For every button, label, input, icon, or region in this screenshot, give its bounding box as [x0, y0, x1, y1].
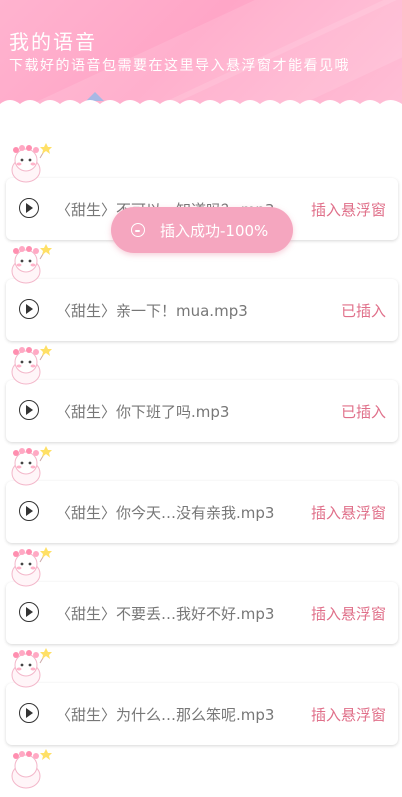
list-item: 〈甜生〉不要丢…我好不好.mp3 插入悬浮窗: [0, 544, 402, 645]
cat-mascot-icon: [11, 547, 52, 587]
scallop-border: [0, 100, 402, 112]
list-item: 〈甜生〉亲一下！mua.mp3 已插入: [0, 241, 402, 342]
insert-float-button[interactable]: 插入悬浮窗: [311, 502, 386, 523]
chat-bubble-icon: [131, 223, 145, 237]
toast-text: 插入成功-100%: [160, 222, 269, 240]
play-icon[interactable]: [19, 198, 39, 218]
cat-mascot-icon: [11, 244, 52, 284]
play-icon[interactable]: [19, 602, 39, 622]
play-icon[interactable]: [19, 501, 39, 521]
list-item: 〈甜生〉你下班了吗.mp3 已插入: [0, 342, 402, 443]
voice-file-name: 〈甜生〉不要丢…我好不好.mp3: [56, 605, 275, 623]
voice-file-name: 〈甜生〉为什么…那么笨呢.mp3: [56, 706, 275, 724]
voice-card[interactable]: 〈甜生〉你今天…没有亲我.mp3 插入悬浮窗: [6, 481, 398, 543]
list-item: 〈甜生〉你今天…没有亲我.mp3 插入悬浮窗: [0, 443, 402, 544]
voice-card[interactable]: 〈甜生〉为什么…那么笨呢.mp3 插入悬浮窗: [6, 683, 398, 745]
play-icon[interactable]: [19, 400, 39, 420]
insert-float-button[interactable]: 插入悬浮窗: [311, 704, 386, 725]
insert-float-button[interactable]: 插入悬浮窗: [311, 199, 386, 220]
inserted-label[interactable]: 已插入: [341, 300, 386, 321]
cat-mascot-icon: [11, 143, 52, 183]
voice-file-name: 〈甜生〉亲一下！mua.mp3: [56, 302, 248, 320]
cat-mascot-icon: [11, 749, 52, 789]
list-item: 〈甜生〉为什么…那么笨呢.mp3 插入悬浮窗: [0, 645, 402, 746]
page-title: 我的语音: [9, 30, 97, 54]
cat-mascot-icon: [11, 648, 52, 688]
voice-card[interactable]: 〈甜生〉亲一下！mua.mp3 已插入: [6, 279, 398, 341]
success-toast: 插入成功-100%: [111, 207, 293, 253]
voice-file-name: 〈甜生〉你下班了吗.mp3: [56, 403, 230, 421]
voice-file-name: 〈甜生〉你今天…没有亲我.mp3: [56, 504, 275, 522]
cat-mascot-icon: [11, 446, 52, 486]
voice-card[interactable]: 〈甜生〉不要丢…我好不好.mp3 插入悬浮窗: [6, 582, 398, 644]
insert-float-button[interactable]: 插入悬浮窗: [311, 603, 386, 624]
header-banner: 我的语音 下载好的语音包需要在这里导入悬浮窗才能看见哦: [0, 0, 402, 112]
inserted-label[interactable]: 已插入: [341, 401, 386, 422]
play-icon[interactable]: [19, 299, 39, 319]
page-subtitle: 下载好的语音包需要在这里导入悬浮窗才能看见哦: [9, 58, 350, 74]
cat-mascot-icon: [11, 345, 52, 385]
play-icon[interactable]: [19, 703, 39, 723]
list-item: [0, 746, 402, 789]
voice-card[interactable]: 〈甜生〉你下班了吗.mp3 已插入: [6, 380, 398, 442]
